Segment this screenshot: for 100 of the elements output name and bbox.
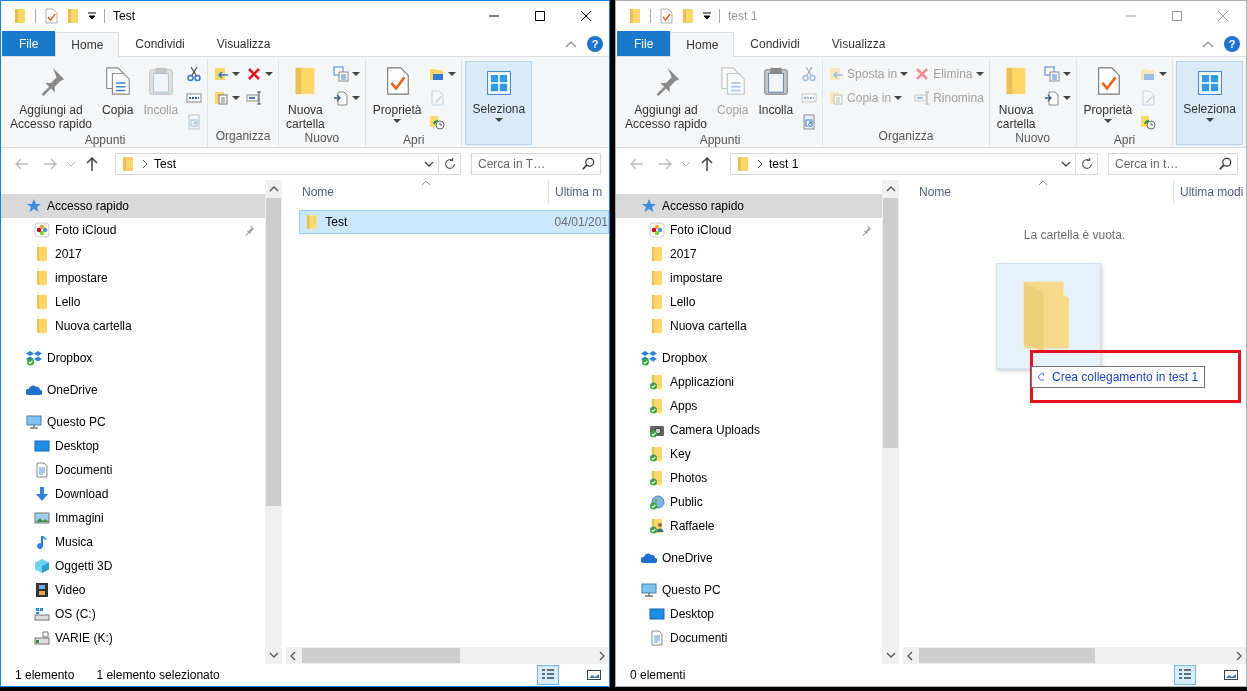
file-row[interactable]: Test 04/01/201 xyxy=(299,210,609,234)
ribbon-button[interactable] xyxy=(1041,63,1073,85)
chevron-left-icon[interactable] xyxy=(290,650,296,661)
ribbon-tab[interactable]: Visualizza xyxy=(200,31,287,56)
ribbon-button[interactable]: Nuova cartella xyxy=(282,61,329,131)
navigation-item[interactable]: Accesso rapido xyxy=(1,194,265,218)
search-icon xyxy=(581,157,595,171)
ribbon-button[interactable]: Copia xyxy=(98,61,138,133)
cube-icon xyxy=(34,558,50,574)
horizontal-scrollbar[interactable] xyxy=(286,647,609,664)
navigation-item[interactable]: VARIE (K:) xyxy=(1,626,265,650)
new-item-icon xyxy=(1043,66,1060,82)
ribbon-button[interactable]: Proprietà xyxy=(368,61,426,133)
text-bar-icon xyxy=(186,90,203,106)
folder-check-icon xyxy=(649,374,665,390)
ribbon-button[interactable]: Aggiungi ad Accesso rapido xyxy=(621,61,712,133)
status-text: 1 elemento xyxy=(15,668,75,682)
navigation-item[interactable]: Nuova cartella xyxy=(1,314,265,338)
column-header[interactable]: Nome xyxy=(302,180,549,204)
caret-icon[interactable] xyxy=(88,12,96,20)
tooltip-text: Crea collegamento in test 1 xyxy=(1052,370,1199,384)
pencil-page-icon xyxy=(1140,90,1157,106)
flower-icon xyxy=(649,222,665,238)
refresh-button[interactable] xyxy=(439,153,461,175)
file-menu-tab[interactable]: File xyxy=(2,31,56,56)
chevron-right-icon xyxy=(757,159,763,169)
image-icon xyxy=(1223,667,1239,683)
chevron-down-icon[interactable] xyxy=(268,652,279,658)
ribbon-button[interactable]: Aggiungi ad Accesso rapido xyxy=(6,61,97,133)
boxes-icon xyxy=(26,350,42,366)
folder-arrow-icon xyxy=(213,66,230,82)
navigation-item[interactable]: impostare xyxy=(1,266,265,290)
folder-icon[interactable] xyxy=(12,8,28,24)
navigation-item[interactable]: Desktop xyxy=(1,434,265,458)
up-arrow-icon[interactable] xyxy=(84,156,100,172)
vertical-scrollbar[interactable] xyxy=(265,180,282,664)
navigation-item[interactable]: Documenti xyxy=(1,458,265,482)
folder-icon[interactable] xyxy=(65,8,81,24)
navigation-item[interactable]: Questo PC xyxy=(1,410,265,434)
navigation-item[interactable]: Immagini xyxy=(1,506,265,530)
navigation-item[interactable]: 2017 xyxy=(1,242,265,266)
scroll-thumb[interactable] xyxy=(302,648,460,663)
folder-check-icon xyxy=(649,470,665,486)
navigation-item[interactable]: OS (C:) xyxy=(1,602,265,626)
ribbon-button[interactable] xyxy=(330,63,362,85)
navigation-item[interactable]: Oggetti 3D xyxy=(1,554,265,578)
document-icon xyxy=(649,630,665,646)
rename-icon xyxy=(914,90,931,106)
folder-window-icon xyxy=(1140,66,1157,82)
checked-page-icon[interactable] xyxy=(43,8,59,24)
file-name: Test xyxy=(325,215,349,229)
back-arrow-icon[interactable] xyxy=(14,156,30,172)
scroll-thumb[interactable] xyxy=(266,198,281,506)
chevron-right-icon[interactable] xyxy=(599,650,605,661)
navigation-item[interactable]: Foto iCloud xyxy=(1,218,265,242)
navigation-item[interactable]: Musica xyxy=(1,530,265,554)
new-item-icon xyxy=(332,66,349,82)
navigation-item[interactable]: Download xyxy=(1,482,265,506)
group-label: Appunti xyxy=(698,133,742,147)
ribbon-button[interactable]: Incolla xyxy=(754,61,798,133)
grid-icon xyxy=(1196,70,1223,96)
search-field[interactable]: Cerca in T… xyxy=(471,153,601,175)
folder-icon xyxy=(649,318,665,334)
chevron-right-icon xyxy=(142,159,148,169)
folder-check-icon xyxy=(649,398,665,414)
navigation-item[interactable]: Lello xyxy=(1,290,265,314)
group-label: Appunti xyxy=(83,133,127,147)
forward-arrow-icon[interactable] xyxy=(42,156,58,172)
details-view-button[interactable] xyxy=(537,665,559,685)
navigation-item[interactable]: Dropbox xyxy=(1,346,265,370)
desktop-icon xyxy=(34,438,50,454)
address-bar[interactable]: Test xyxy=(115,153,439,175)
folder-icon xyxy=(34,294,50,310)
x-icon xyxy=(246,66,263,82)
chevron-up-icon[interactable] xyxy=(565,39,577,48)
document-icon xyxy=(34,462,50,478)
boxes-icon xyxy=(641,350,657,366)
folder-icon xyxy=(735,156,751,172)
breadcrumb-item[interactable]: Test xyxy=(154,157,176,171)
user-folder-icon xyxy=(649,518,665,534)
sort-caret-icon xyxy=(421,180,431,186)
navigation-item[interactable]: OneDrive xyxy=(1,378,265,402)
column-header[interactable]: Ultima m xyxy=(549,180,609,204)
ribbon-tab[interactable]: Condividi xyxy=(119,31,201,56)
chevron-down-icon[interactable] xyxy=(424,161,434,167)
ribbon-tab[interactable]: Home xyxy=(55,32,120,57)
help-button[interactable]: ? xyxy=(587,35,603,52)
ribbon-button[interactable]: Proprietà xyxy=(1079,61,1137,133)
refresh-icon xyxy=(442,157,457,171)
drive-icon xyxy=(34,606,50,622)
ribbon-button[interactable]: Nuova cartella xyxy=(992,61,1040,131)
folder-icon xyxy=(649,246,665,262)
chevron-up-icon[interactable] xyxy=(268,186,279,192)
music-note-icon xyxy=(34,534,50,550)
folder-window-icon xyxy=(429,66,446,82)
navigation-item[interactable]: Video xyxy=(1,578,265,602)
select-menu-button[interactable]: Seleziona xyxy=(465,61,533,145)
folder-icon xyxy=(649,294,665,310)
page-arrow-icon xyxy=(332,90,349,106)
refresh-icon xyxy=(1079,157,1094,171)
